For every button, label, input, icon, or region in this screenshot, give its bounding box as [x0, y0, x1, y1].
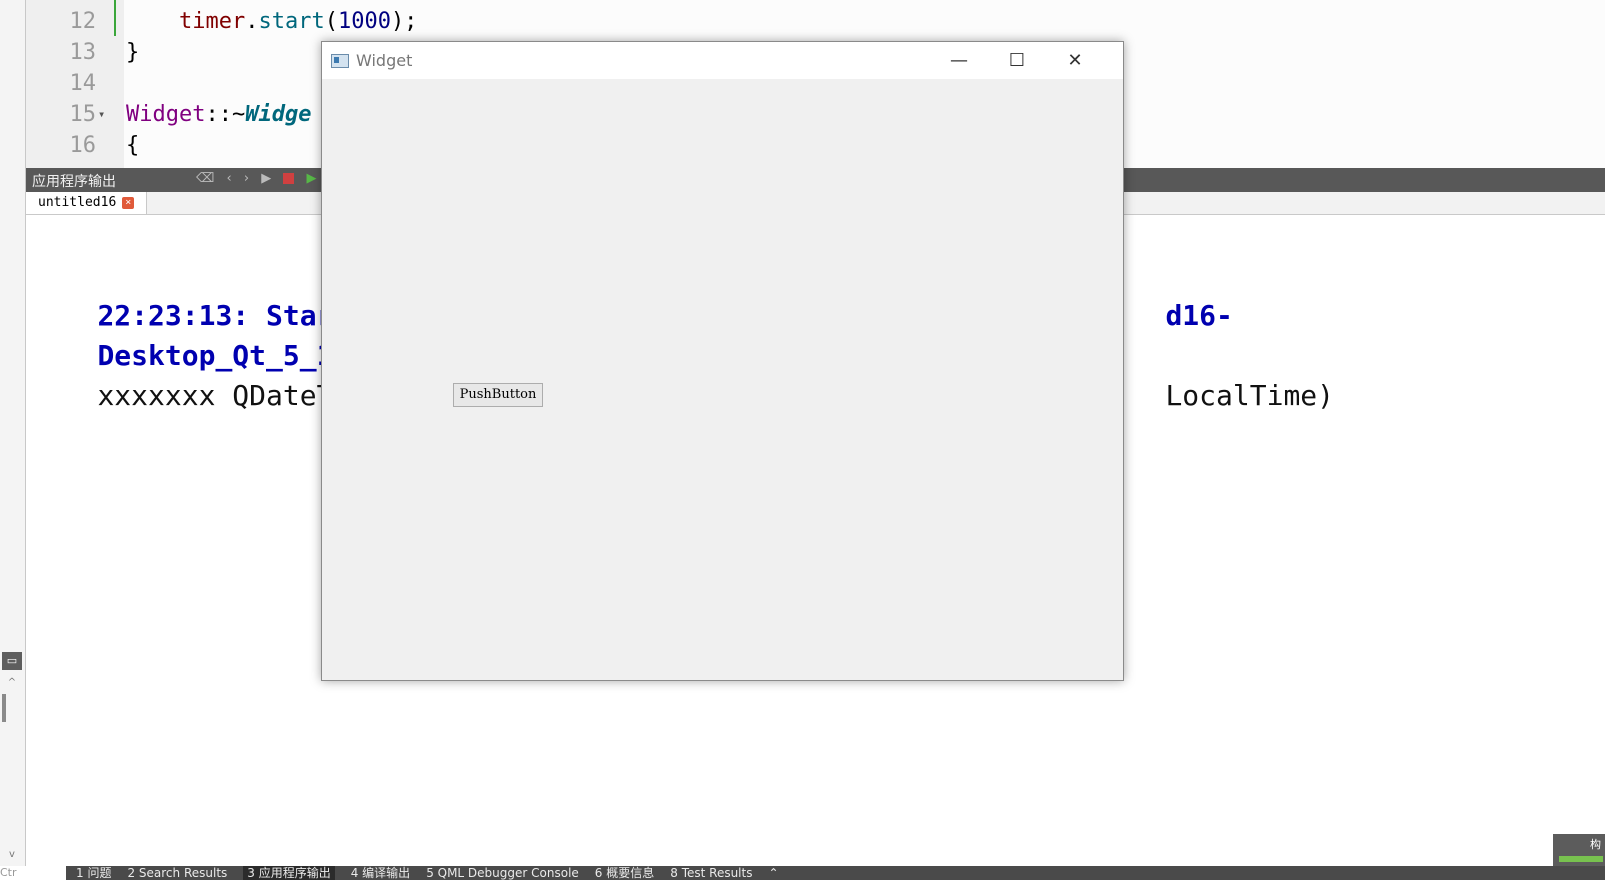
code-line[interactable]: 12 timer.start(1000); — [26, 6, 1605, 37]
output-pane-tab[interactable]: ⌃ — [768, 866, 778, 880]
output-line-3: xxxxxxx QDateTi — [30, 336, 350, 456]
run-icon[interactable]: ▶ — [261, 171, 271, 186]
rerun-icon[interactable]: ▶ — [307, 171, 317, 186]
code-token: ::~ — [205, 102, 246, 127]
line-number: 15 — [69, 102, 97, 127]
line-number: 16 — [69, 133, 97, 158]
line-number: 14 — [69, 71, 97, 96]
code-token: } — [126, 40, 140, 65]
output-pane-tab[interactable]: 6 概要信息 — [595, 866, 654, 880]
next-item-icon[interactable]: › — [244, 171, 249, 186]
output-tab-untitled16[interactable]: untitled16 × — [26, 192, 148, 214]
window-titlebar[interactable]: Widget — ☐ ✕ — [322, 42, 1123, 79]
maximize-icon[interactable]: ☐ — [994, 46, 1040, 75]
code-token: start — [258, 9, 325, 34]
output-pane-tab[interactable]: 3 应用程序输出 — [243, 866, 335, 880]
scrollbar-thumb[interactable] — [2, 694, 6, 722]
line-number: 12 — [69, 9, 97, 34]
code-text: { — [126, 130, 139, 161]
code-token: 1000 — [337, 9, 391, 34]
locator-input[interactable]: Ctr — [0, 866, 66, 880]
output-line-3-tail: LocalTime) — [1098, 336, 1334, 456]
minimize-icon[interactable]: — — [936, 46, 982, 75]
output-tab-label: untitled16 — [38, 195, 117, 210]
stop-icon[interactable] — [283, 173, 295, 184]
output-pane-tab[interactable]: 5 QML Debugger Console — [426, 866, 579, 880]
scroll-up-arrow-icon[interactable]: ^ — [4, 676, 20, 690]
output-pane-tab[interactable]: 8 Test Results — [670, 866, 752, 880]
clear-output-icon[interactable]: ⌫ — [196, 171, 214, 186]
code-token: Widge — [245, 102, 312, 127]
output-line-3-left: xxxxxxx QDateTi — [97, 379, 351, 412]
push-button[interactable]: PushButton — [453, 383, 543, 407]
fold-arrow-icon[interactable]: ▾ — [98, 99, 105, 130]
close-icon[interactable]: ✕ — [1052, 46, 1098, 75]
code-token: ( — [324, 9, 338, 34]
left-mode-strip: ▭ ^ v — [0, 0, 26, 880]
code-text: timer.start(1000); — [126, 6, 417, 37]
line-number: 13 — [69, 40, 97, 65]
output-pane-selector-bar: Ctr 1 问题 2 Search Results 3 应用程序输出 4 编译输出 5 … — [0, 866, 1605, 880]
tab-close-icon[interactable]: × — [122, 196, 135, 209]
output-pane-title: 应用程序输出 — [32, 174, 116, 190]
code-token: ); — [390, 9, 418, 34]
output-line-3-right: LocalTime) — [1165, 379, 1335, 412]
code-token: { — [126, 133, 140, 158]
build-progress-bar — [1559, 856, 1603, 862]
output-pane-tab[interactable]: 4 编译输出 — [351, 866, 410, 880]
build-progress-indicator[interactable]: 构 — [1553, 834, 1605, 866]
code-text: } — [126, 37, 139, 68]
code-text: Widget::~Widge — [126, 99, 311, 130]
widget-client-area: PushButton — [322, 79, 1123, 680]
output-pane-tab[interactable]: 2 Search Results — [127, 866, 227, 880]
output-line-1-right: d16- — [1165, 299, 1233, 332]
code-token: Widget — [126, 102, 206, 127]
build-label: 构 — [1590, 838, 1601, 851]
previous-item-icon[interactable]: ‹ — [227, 171, 232, 186]
qt-app-icon — [331, 54, 349, 68]
window-title: Widget — [356, 51, 413, 70]
output-pane-tab[interactable]: 1 问题 — [76, 866, 111, 880]
widget-window[interactable]: Widget — ☐ ✕ PushButton — [321, 41, 1124, 681]
scroll-down-arrow-icon[interactable]: v — [4, 848, 20, 862]
pane-toggle-icon[interactable]: ▭ — [2, 652, 22, 670]
code-token: timer — [178, 9, 246, 34]
code-token: . — [245, 9, 259, 34]
